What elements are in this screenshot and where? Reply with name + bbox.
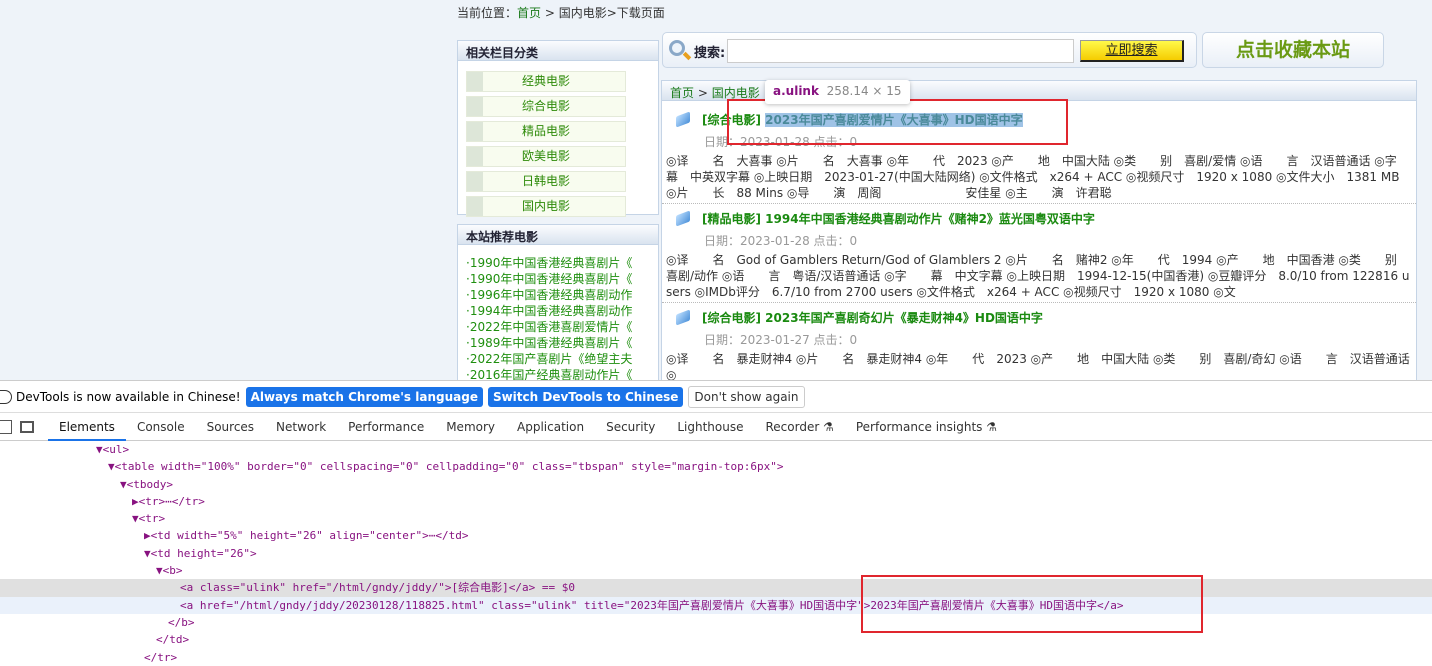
devtools-tab[interactable]: Memory <box>435 413 506 441</box>
devtools-tab[interactable]: Recorder ⚗ <box>755 413 845 441</box>
category-link[interactable]: 欧美电影 <box>466 146 626 167</box>
item-title-link[interactable]: 1994年中国香港经典喜剧动作片《赌神2》蓝光国粤双语中字 <box>765 212 1095 226</box>
search-icon-handle <box>682 51 692 61</box>
item-title: [综合电影] 2023年国产喜剧奇幻片《暴走财神4》HD国语中字 <box>666 307 1412 329</box>
category-panel-title: 相关栏目分类 <box>458 41 658 61</box>
dom-node[interactable]: ▼<ul> <box>0 441 1432 458</box>
dom-node[interactable]: ▼<tr> <box>0 510 1432 527</box>
item-category-link[interactable]: [综合电影] <box>702 311 761 325</box>
recommend-link[interactable]: ·2016年国产经典喜剧动作片《 <box>458 367 658 380</box>
item-category-link[interactable]: [精品电影] <box>702 212 761 226</box>
category-link[interactable]: 综合电影 <box>466 96 626 117</box>
highlight-box-code <box>861 575 1203 633</box>
dom-node[interactable]: ▶<td width="5%" height="26" align="cente… <box>0 527 1432 544</box>
elements-tree: ▼<ul> ▼<table width="100%" border="0" cel… <box>0 441 1432 664</box>
list-item: [精品电影] 1994年中国香港经典喜剧动作片《赌神2》蓝光国粤双语中字日期：2… <box>662 204 1416 303</box>
dom-node[interactable]: </tr> <box>0 649 1432 666</box>
dom-node[interactable]: ▼<td height="26"> <box>0 545 1432 562</box>
recommend-panel-title: 本站推荐电影 <box>458 225 658 245</box>
search-bar: 搜索: 立即搜索 <box>662 32 1197 68</box>
dont-show-again-button[interactable]: Don't show again <box>688 385 805 408</box>
devtools-tab[interactable]: Elements <box>48 413 126 441</box>
breadcrumb-home-link[interactable]: 首页 <box>517 6 541 20</box>
item-title: [精品电影] 1994年中国香港经典喜剧动作片《赌神2》蓝光国粤双语中字 <box>666 208 1412 230</box>
info-icon <box>0 389 12 404</box>
category-link[interactable]: 精品电影 <box>466 121 626 142</box>
devtools-tab[interactable]: Sources <box>196 413 265 441</box>
category-link[interactable]: 日韩电影 <box>466 171 626 192</box>
dom-node[interactable]: <a class="ulink" href="/html/gndy/jddy/"… <box>0 579 1432 597</box>
search-input[interactable] <box>727 39 1074 63</box>
breadcrumb: 当前位置：首页 > 国内电影>下载页面 <box>457 6 665 20</box>
devtools-tab[interactable]: Application <box>506 413 595 441</box>
dom-node[interactable]: </td> <box>0 631 1432 648</box>
item-date: 日期：2023-01-27 点击：0 <box>704 333 858 347</box>
device-toolbar-icon[interactable] <box>20 420 34 433</box>
search-button[interactable]: 立即搜索 <box>1080 40 1184 62</box>
category-link[interactable]: 国内电影 <box>466 196 626 217</box>
dom-node[interactable]: ▼<tbody> <box>0 476 1432 493</box>
recommend-panel: 本站推荐电影 ·1990年中国香港经典喜剧片《 ·1990年中国香港经典喜剧片《 ·… <box>457 224 659 380</box>
recommend-link[interactable]: ·1996年中国香港经典喜剧动作 <box>458 287 658 303</box>
item-description: ◎译 名 God of Gamblers Return/God of Glamb… <box>666 253 1410 299</box>
always-match-language-button[interactable]: Always match Chrome's language <box>245 386 483 407</box>
inspect-tooltip: a.ulink 258.14 × 15 <box>765 80 910 104</box>
recommend-link[interactable]: ·1994年中国香港经典喜剧动作 <box>458 303 658 319</box>
web-page: 当前位置：首页 > 国内电影>下载页面 相关栏目分类 经典电影综合电影精品电影欧… <box>0 0 1432 380</box>
devtools-tab[interactable]: Security <box>595 413 666 441</box>
item-title-link[interactable]: 2023年国产喜剧奇幻片《暴走财神4》HD国语中字 <box>765 311 1043 325</box>
devtools-tabs: Elements Console Sources Network Performance… <box>0 413 1432 441</box>
dom-node[interactable]: </b> <box>0 614 1432 631</box>
devtools-tab[interactable]: Performance insights ⚗ <box>845 413 1008 441</box>
dom-node[interactable]: ▶<tr>⋯</tr> <box>0 493 1432 510</box>
dom-node[interactable]: ▼<table width="100%" border="0" cellspac… <box>0 458 1432 475</box>
search-label: 搜索: <box>694 46 726 61</box>
devtools-tab[interactable]: Performance <box>337 413 435 441</box>
switch-to-chinese-button[interactable]: Switch DevTools to Chinese <box>487 386 684 407</box>
recommend-link[interactable]: ·1990年中国香港经典喜剧片《 <box>458 271 658 287</box>
item-date: 日期：2023-01-28 点击：0 <box>704 234 858 248</box>
recommend-link[interactable]: ·2022年国产喜剧片《绝望主夫 <box>458 351 658 367</box>
highlight-box <box>727 99 1068 145</box>
list-item: [综合电影] 2023年国产喜剧奇幻片《暴走财神4》HD国语中字日期：2023-… <box>662 303 1416 380</box>
category-panel: 相关栏目分类 经典电影综合电影精品电影欧美电影日韩电影国内电影 <box>457 40 659 217</box>
dom-node[interactable]: ▼<b> <box>0 562 1432 579</box>
devtools-language-banner: DevTools is now available in Chinese! Al… <box>0 380 1432 413</box>
inspect-element-icon[interactable] <box>0 419 12 434</box>
devtools-tab[interactable]: Lighthouse <box>666 413 754 441</box>
item-description: ◎译 名 大喜事 ◎片 名 大喜事 ◎年 代 2023 ◎产 地 中国大陆 ◎类… <box>666 154 1421 200</box>
dom-node[interactable]: <a href="/html/gndy/jddy/20230128/118825… <box>0 596 1432 614</box>
category-link[interactable]: 经典电影 <box>466 71 626 92</box>
item-description: ◎译 名 暴走财神4 ◎片 名 暴走财神4 ◎年 代 2023 ◎产 地 中国大… <box>666 352 1410 380</box>
devtools-tab[interactable]: Network <box>265 413 337 441</box>
recommend-link[interactable]: ·2022年中国香港喜剧爱情片《 <box>458 319 658 335</box>
devtools-tab[interactable]: Console <box>126 413 196 441</box>
recommend-link[interactable]: ·1990年中国香港经典喜剧片《 <box>458 255 658 271</box>
recommend-link[interactable]: ·1989年中国香港经典喜剧片《 <box>458 335 658 351</box>
add-favorite-button[interactable]: 点击收藏本站 <box>1202 32 1384 68</box>
